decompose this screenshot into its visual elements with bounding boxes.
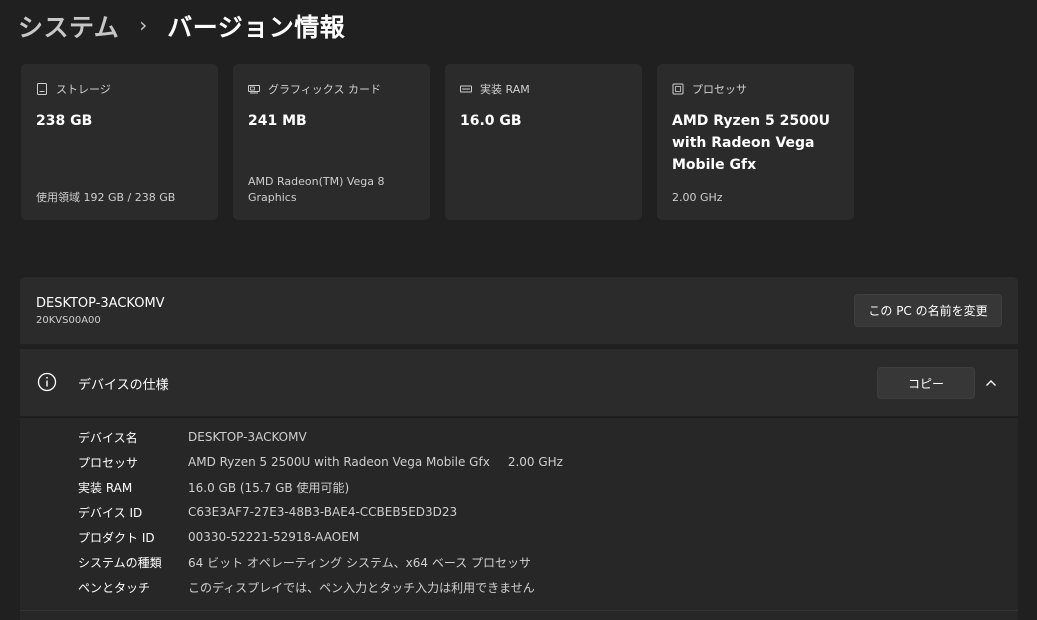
spec-key: プロセッサ	[78, 455, 139, 470]
breadcrumb-system-link[interactable]: システム	[18, 8, 119, 44]
processor-label: プロセッサ	[692, 83, 747, 96]
spec-value: 00330-52221-52918-AAOEM	[188, 530, 360, 544]
device-spec-body: デバイス名 DESKTOP-3ACKOMV プロセッサ AMD Ryzen 5 …	[20, 417, 1018, 620]
spec-row-system-type: システムの種類 64 ビット オペレーティング システム、x64 ベース プロセ…	[78, 552, 531, 572]
graphics-card: グラフィックス カード 241 MB AMD Radeon(TM) Vega 8…	[233, 64, 430, 220]
spec-key: デバイス ID	[78, 505, 143, 520]
spec-value: このディスプレイでは、ペン入力とタッチ入力は利用できません	[188, 580, 535, 595]
storage-usage: 使用領域 192 GB / 238 GB	[36, 191, 176, 204]
device-name-section: DESKTOP-3ACKOMV 20KVS00A00 この PC の名前を変更	[20, 277, 1018, 344]
spec-key: デバイス名	[78, 430, 138, 445]
chevron-up-icon[interactable]	[984, 375, 998, 389]
spec-row-device-id: デバイス ID C63E3AF7-27E3-48B3-BAE4-CCBEB5ED…	[78, 502, 457, 522]
processor-speed: 2.00 GHz	[672, 191, 723, 204]
spec-key: 実装 RAM	[78, 480, 133, 495]
graphics-label: グラフィックス カード	[268, 83, 381, 96]
device-name: DESKTOP-3ACKOMV	[36, 296, 165, 311]
processor-value: AMD Ryzen 5 2500U with Radeon Vega Mobil…	[672, 113, 830, 173]
processor-card: プロセッサ AMD Ryzen 5 2500U with Radeon Vega…	[657, 64, 854, 220]
ram-label: 実装 RAM	[480, 83, 530, 96]
graphics-card-icon	[248, 83, 260, 95]
spec-value: 16.0 GB (15.7 GB 使用可能)	[188, 480, 350, 495]
spec-value-extra: 2.00 GHz	[507, 455, 563, 469]
ram-card: 実装 RAM 16.0 GB	[445, 64, 642, 220]
storage-value: 238 GB	[36, 113, 93, 129]
processor-icon	[672, 83, 684, 95]
spec-key: システムの種類	[78, 555, 162, 570]
settings-page: システム › バージョン情報 ストレージ 238 GB 使用領域 192 GB …	[0, 0, 1037, 620]
spec-value: 64 ビット オペレーティング システム、x64 ベース プロセッサ	[188, 555, 532, 570]
spec-value: DESKTOP-3ACKOMV	[188, 430, 307, 444]
storage-icon	[36, 83, 48, 95]
page-title: バージョン情報	[167, 13, 346, 42]
ram-value: 16.0 GB	[460, 113, 522, 129]
spec-row-product-id: プロダクト ID 00330-52221-52918-AAOEM	[78, 527, 359, 547]
spec-key: プロダクト ID	[78, 530, 155, 545]
spec-row-ram: 実装 RAM 16.0 GB (15.7 GB 使用可能)	[78, 477, 349, 497]
spec-row-device-name: デバイス名 DESKTOP-3ACKOMV	[78, 427, 307, 447]
memory-icon	[460, 83, 472, 95]
spec-row-pen-touch: ペンとタッチ このディスプレイでは、ペン入力とタッチ入力は利用できません	[78, 577, 535, 597]
graphics-model: AMD Radeon(TM) Vega 8 Graphics	[248, 175, 385, 204]
device-model: 20KVS00A00	[36, 315, 101, 326]
info-icon	[37, 372, 57, 392]
device-spec-header[interactable]: デバイスの仕様 コピー	[20, 349, 1018, 416]
spec-value: AMD Ryzen 5 2500U with Radeon Vega Mobil…	[188, 455, 490, 469]
divider	[20, 610, 1018, 611]
copy-button[interactable]: コピー	[877, 367, 975, 399]
storage-card: ストレージ 238 GB 使用領域 192 GB / 238 GB	[21, 64, 218, 220]
chevron-right-icon: ›	[139, 13, 148, 37]
storage-label: ストレージ	[56, 83, 111, 96]
rename-pc-button[interactable]: この PC の名前を変更	[854, 294, 1002, 327]
graphics-value: 241 MB	[248, 113, 307, 129]
device-spec-title: デバイスの仕様	[78, 378, 169, 393]
spec-row-processor: プロセッサ AMD Ryzen 5 2500U with Radeon Vega…	[78, 452, 563, 472]
breadcrumb: システム › バージョン情報	[18, 8, 345, 44]
spec-value: C63E3AF7-27E3-48B3-BAE4-CCBEB5ED3D23	[188, 505, 458, 519]
spec-key: ペンとタッチ	[78, 580, 151, 595]
